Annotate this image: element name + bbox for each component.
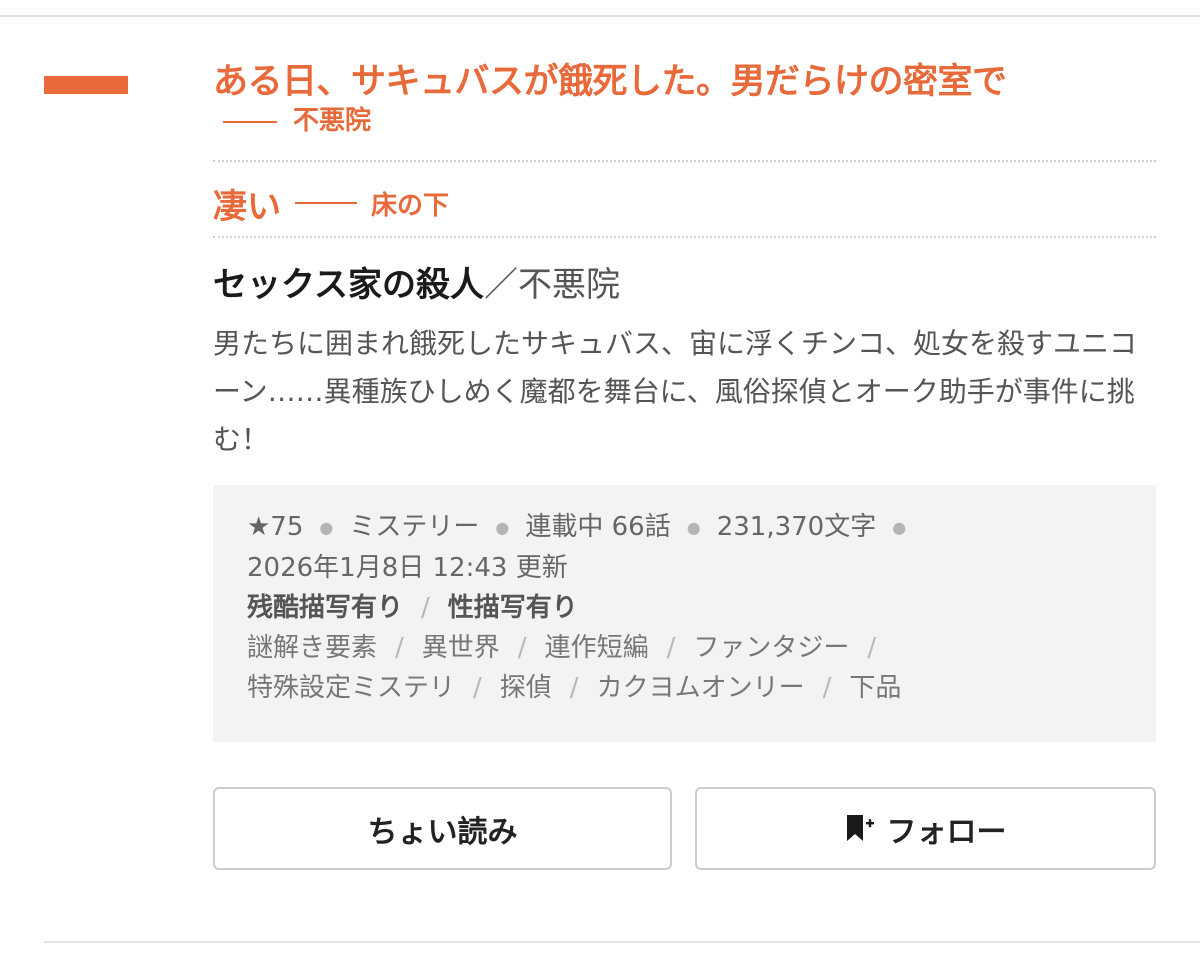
updated-at: 2026年1月8日 12:43 更新	[247, 552, 568, 583]
slash-separator: /	[822, 672, 832, 703]
preview-read-label: ちょい読み	[367, 814, 518, 850]
review-title[interactable]: ある日、サキュバスが餓死した。男だらけの密室で	[213, 56, 1156, 108]
accent-marker	[44, 76, 128, 94]
slash-separator: /	[569, 672, 579, 703]
bookmark-plus-icon	[845, 813, 875, 845]
follow-button[interactable]: フォロー	[695, 787, 1156, 870]
warning-tag: 性描写有り	[447, 592, 578, 623]
bottom-divider	[44, 941, 1200, 943]
tag-link[interactable]: 異世界	[422, 633, 500, 663]
meta-stats: ★75 ● ミステリー ● 連載中 66話 ● 231,370文字 ●	[247, 507, 1122, 548]
work-title[interactable]: セックス家の殺人	[213, 265, 484, 305]
work-author[interactable]: 不悪院	[518, 265, 620, 305]
separator-dot: ●	[495, 517, 510, 537]
rating-review: 凄い 床の下	[213, 170, 1156, 236]
byline-dash	[223, 120, 277, 123]
star-count: ★75	[247, 512, 304, 542]
review-author[interactable]: 不悪院	[293, 106, 371, 136]
dotted-divider	[213, 160, 1156, 162]
tag-link[interactable]: ファンタジー	[693, 633, 849, 663]
work-card: ある日、サキュバスが餓死した。男だらけの密室で 不悪院 凄い 床の下 セックス家…	[213, 56, 1156, 870]
rating-author[interactable]: 床の下	[371, 185, 449, 222]
separator-dot: ●	[319, 517, 334, 537]
slash-separator: /	[867, 632, 877, 663]
tag-link[interactable]: 特殊設定ミステリ	[247, 673, 455, 703]
follow-label: フォロー	[886, 814, 1007, 850]
tag-list: 謎解き要素 / 異世界 / 連作短編 / ファンタジー /	[247, 628, 1122, 668]
dotted-divider	[213, 236, 1156, 238]
rating-word[interactable]: 凄い	[213, 179, 281, 228]
separator-dot: ●	[892, 517, 907, 537]
top-divider	[0, 15, 1200, 17]
tag-list: 特殊設定ミステリ / 探偵 / カクヨムオンリー / 下品	[247, 668, 1122, 708]
tag-link[interactable]: 下品	[849, 673, 901, 703]
tag-link[interactable]: カクヨムオンリー	[597, 673, 805, 703]
work-catchphrase: 男たちに囲まれ餓死したサキュバス、宙に浮くチンコ、処女を殺すユニコーン……異種族…	[213, 327, 1138, 456]
work-heading: セックス家の殺人／不悪院	[213, 262, 1156, 308]
title-separator: ／	[483, 265, 518, 305]
char-count: 231,370文字	[716, 512, 877, 542]
slash-separator: /	[473, 672, 482, 703]
tag-link[interactable]: 連作短編	[545, 633, 649, 663]
separator-dot: ●	[686, 517, 701, 537]
tag-link[interactable]: 謎解き要素	[247, 633, 377, 663]
warning-tag: 残酷描写有り	[247, 592, 404, 623]
genre-link[interactable]: ミステリー	[349, 512, 479, 542]
tag-link[interactable]: 探偵	[500, 673, 552, 703]
rating-dash	[295, 202, 357, 204]
slash-separator: /	[395, 632, 404, 663]
serial-status: 連載中 66話	[525, 512, 671, 542]
action-buttons: ちょい読み フォロー	[213, 787, 1156, 870]
content-warnings: 残酷描写有り / 性描写有り	[247, 588, 1122, 628]
meta-box: ★75 ● ミステリー ● 連載中 66話 ● 231,370文字 ● 2026年1月8日 1…	[213, 485, 1156, 742]
slash-separator: /	[421, 592, 430, 623]
review-byline: 不悪院	[213, 106, 1156, 136]
slash-separator: /	[666, 632, 676, 663]
slash-separator: /	[517, 632, 527, 663]
preview-read-button[interactable]: ちょい読み	[213, 787, 672, 870]
